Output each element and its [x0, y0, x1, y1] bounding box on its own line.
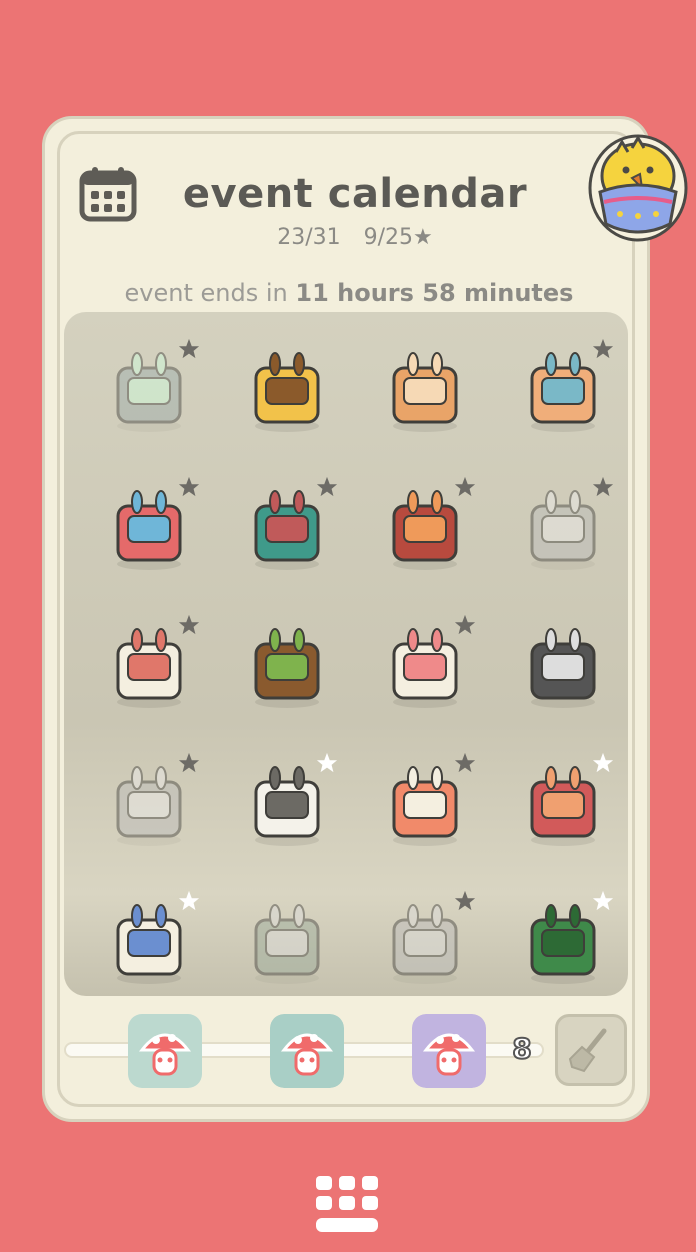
mushroom-reward-1[interactable]	[128, 1014, 202, 1088]
calendar-item-bunny-bookshelf[interactable]	[74, 872, 214, 996]
star-icon	[592, 476, 614, 497]
star-icon	[178, 752, 200, 773]
page-title: event calendar	[182, 171, 528, 217]
star-icon	[592, 890, 614, 911]
star-icon	[454, 614, 476, 635]
calendar-item-folding-screen[interactable]	[74, 458, 214, 596]
calendar-item-bunny-cabinet[interactable]	[212, 458, 352, 596]
calendar-grid	[64, 312, 628, 996]
star-icon	[178, 890, 200, 911]
calendar-item-bunny-teapot[interactable]	[488, 458, 628, 596]
grass-box-icon	[254, 628, 320, 708]
calendar-item-rabbit-hutch[interactable]	[350, 458, 490, 596]
calendar-item-bunny-rug-scroll[interactable]	[350, 320, 490, 458]
bunny-rug-scroll-icon	[392, 352, 458, 432]
calendar-item-grass-box[interactable]	[212, 596, 352, 734]
countdown-prefix: event ends in	[124, 279, 288, 307]
bunny-cassette-icon	[530, 628, 596, 708]
calendar-item-egg-stand[interactable]	[212, 734, 352, 872]
days-progress: 23/31	[277, 225, 341, 250]
star-icon	[454, 476, 476, 497]
chick-backpack-icon	[254, 352, 320, 432]
calendar-item-plant-tray[interactable]	[74, 320, 214, 458]
calendar-item-crystal-egg[interactable]	[350, 872, 490, 996]
star-icon	[454, 752, 476, 773]
calendar-item-chick-backpack[interactable]	[212, 320, 352, 458]
mushroom-reward-3[interactable]	[412, 1014, 486, 1088]
calendar-item-bunny-fireplace[interactable]	[74, 734, 214, 872]
keyboard-menu-icon[interactable]	[312, 1172, 382, 1236]
mushroom-reward-2[interactable]	[270, 1014, 344, 1088]
star-icon	[316, 752, 338, 773]
star-icon	[592, 752, 614, 773]
progress-summary: 23/31 9/25★	[165, 225, 545, 250]
countdown-value: 11 hours 58 minutes	[295, 279, 574, 307]
stars-progress: 9/25★	[363, 225, 433, 250]
star-icon	[454, 890, 476, 911]
calendar-icon[interactable]	[78, 163, 138, 223]
star-icon	[178, 476, 200, 497]
calendar-item-bunny-stool[interactable]	[350, 734, 490, 872]
broom-button[interactable]	[555, 1014, 627, 1086]
star-icon	[592, 338, 614, 359]
broom-icon	[568, 1028, 607, 1073]
star-icon	[316, 476, 338, 497]
event-countdown: event ends in 11 hours 58 minutes	[45, 279, 653, 307]
calendar-item-bunny-cassette[interactable]	[488, 596, 628, 734]
lily-plant-icon	[254, 904, 320, 976]
calendar-item-bunny-bed[interactable]	[74, 596, 214, 734]
calendar-item-bunny-table[interactable]	[488, 320, 628, 458]
calendar-item-bunny-chest[interactable]	[488, 734, 628, 872]
chick-in-egg-icon[interactable]	[586, 130, 690, 242]
reward-count: 8	[511, 1032, 532, 1066]
star-icon	[178, 614, 200, 635]
calendar-item-bunny-paw-glove[interactable]	[350, 596, 490, 734]
calendar-item-lily-plant[interactable]	[212, 872, 352, 996]
calendar-item-bunny-topiary[interactable]	[488, 872, 628, 996]
star-icon	[178, 338, 200, 359]
